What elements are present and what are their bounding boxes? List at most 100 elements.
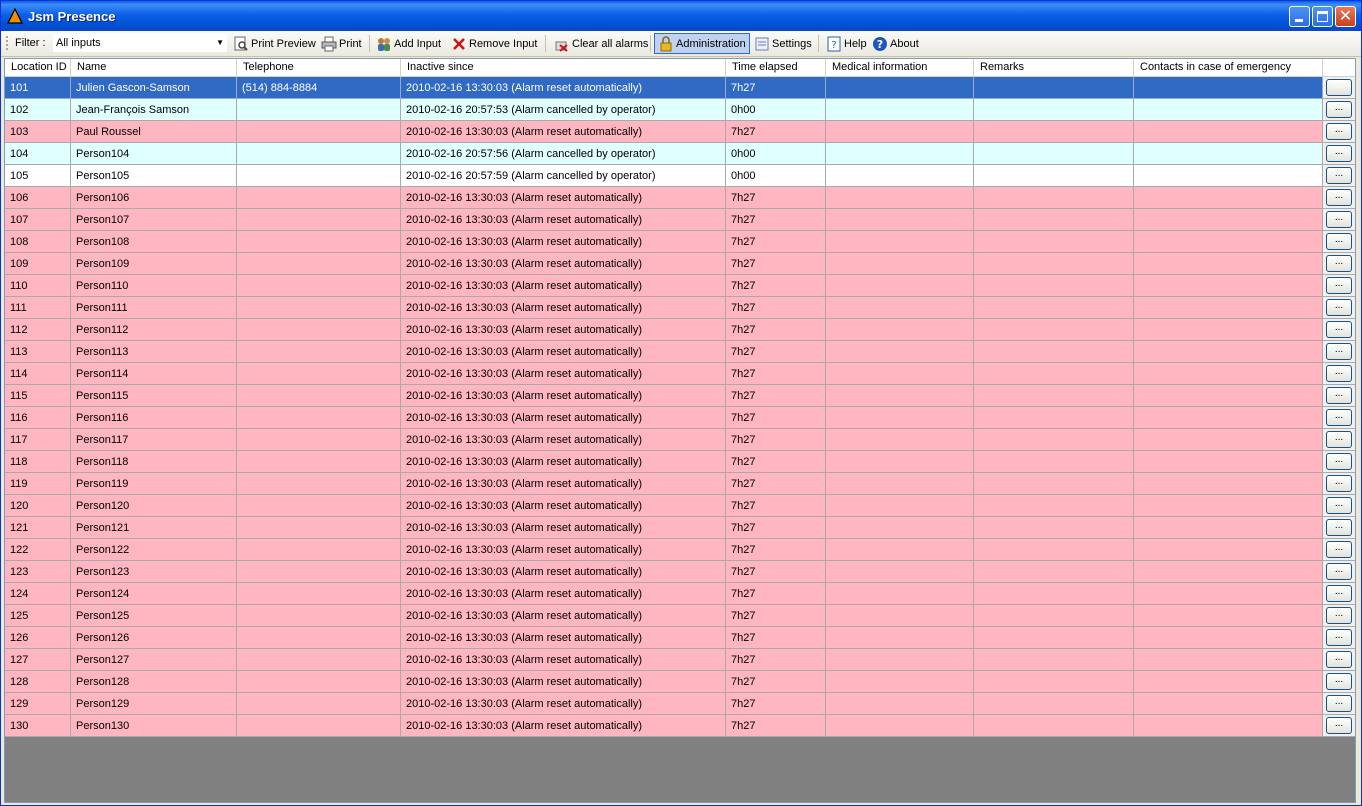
cell-telephone[interactable] — [237, 473, 401, 495]
cell-inactive-since[interactable]: 2010-02-16 13:30:03 (Alarm reset automat… — [401, 231, 726, 253]
cell-medical-information[interactable] — [826, 583, 974, 605]
cell-inactive-since[interactable]: 2010-02-16 13:30:03 (Alarm reset automat… — [401, 363, 726, 385]
cell-name[interactable]: Person120 — [71, 495, 237, 517]
row-details-button[interactable]: ... — [1326, 453, 1352, 470]
cell-inactive-since[interactable]: 2010-02-16 13:30:03 (Alarm reset automat… — [401, 583, 726, 605]
cell-telephone[interactable] — [237, 583, 401, 605]
cell-contacts-emergency[interactable] — [1134, 517, 1323, 539]
cell-contacts-emergency[interactable] — [1134, 341, 1323, 363]
cell-telephone[interactable] — [237, 187, 401, 209]
cell-medical-information[interactable] — [826, 341, 974, 363]
cell-name[interactable]: Person127 — [71, 649, 237, 671]
cell-name[interactable]: Person124 — [71, 583, 237, 605]
cell-contacts-emergency[interactable] — [1134, 231, 1323, 253]
cell-contacts-emergency[interactable] — [1134, 187, 1323, 209]
cell-telephone[interactable] — [237, 363, 401, 385]
cell-name[interactable]: Person129 — [71, 693, 237, 715]
cell-inactive-since[interactable]: 2010-02-16 13:30:03 (Alarm reset automat… — [401, 693, 726, 715]
cell-contacts-emergency[interactable] — [1134, 605, 1323, 627]
cell-remarks[interactable] — [974, 297, 1134, 319]
cell-medical-information[interactable] — [826, 231, 974, 253]
cell-name[interactable]: Person112 — [71, 319, 237, 341]
add-input-button[interactable]: Add Input — [373, 33, 444, 54]
cell-name[interactable]: Person118 — [71, 451, 237, 473]
cell-name[interactable]: Person119 — [71, 473, 237, 495]
cell-time-elapsed[interactable]: 7h27 — [726, 385, 826, 407]
column-header-telephone[interactable]: Telephone — [237, 59, 401, 76]
cell-name[interactable]: Person126 — [71, 627, 237, 649]
cell-time-elapsed[interactable]: 7h27 — [726, 473, 826, 495]
table-row[interactable]: 128 Person128 2010-02-16 13:30:03 (Alarm r… — [5, 671, 1355, 693]
table-row[interactable]: 117 Person117 2010-02-16 13:30:03 (Alarm r… — [5, 429, 1355, 451]
cell-location-id[interactable]: 118 — [5, 451, 71, 473]
cell-telephone[interactable] — [237, 319, 401, 341]
cell-telephone[interactable] — [237, 253, 401, 275]
cell-name[interactable]: Person104 — [71, 143, 237, 165]
cell-inactive-since[interactable]: 2010-02-16 13:30:03 (Alarm reset automat… — [401, 671, 726, 693]
cell-time-elapsed[interactable]: 7h27 — [726, 209, 826, 231]
row-details-button[interactable]: ... — [1326, 233, 1352, 250]
cell-name[interactable]: Person113 — [71, 341, 237, 363]
administration-button[interactable]: Administration — [654, 33, 750, 54]
title-bar[interactable]: Jsm Presence ✕ — [1, 1, 1361, 31]
cell-time-elapsed[interactable]: 7h27 — [726, 649, 826, 671]
cell-remarks[interactable] — [974, 231, 1134, 253]
cell-name[interactable]: Person115 — [71, 385, 237, 407]
cell-telephone[interactable] — [237, 231, 401, 253]
cell-contacts-emergency[interactable] — [1134, 583, 1323, 605]
row-details-button[interactable]: ... — [1326, 629, 1352, 646]
cell-telephone[interactable] — [237, 407, 401, 429]
cell-medical-information[interactable] — [826, 539, 974, 561]
row-details-button[interactable]: ... — [1326, 387, 1352, 404]
cell-medical-information[interactable] — [826, 77, 974, 99]
clear-all-alarms-button[interactable]: Clear all alarms — [551, 33, 651, 54]
cell-time-elapsed[interactable]: 7h27 — [726, 187, 826, 209]
filter-dropdown[interactable]: All inputs ▼ — [53, 34, 227, 52]
row-details-button[interactable]: ... — [1326, 167, 1352, 184]
cell-name[interactable]: Person111 — [71, 297, 237, 319]
table-row[interactable]: 121 Person121 2010-02-16 13:30:03 (Alarm r… — [5, 517, 1355, 539]
cell-inactive-since[interactable]: 2010-02-16 20:57:59 (Alarm cancelled by … — [401, 165, 726, 187]
cell-medical-information[interactable] — [826, 693, 974, 715]
row-details-button[interactable]: ... — [1326, 717, 1352, 734]
help-button[interactable]: ? Help — [823, 33, 870, 54]
table-row[interactable]: 130 Person130 2010-02-16 13:30:03 (Alarm r… — [5, 715, 1355, 737]
row-details-button[interactable]: ... — [1326, 277, 1352, 294]
table-row[interactable]: 127 Person127 2010-02-16 13:30:03 (Alarm r… — [5, 649, 1355, 671]
table-row[interactable]: 116 Person116 2010-02-16 13:30:03 (Alarm r… — [5, 407, 1355, 429]
cell-medical-information[interactable] — [826, 473, 974, 495]
cell-medical-information[interactable] — [826, 143, 974, 165]
cell-telephone[interactable] — [237, 451, 401, 473]
cell-contacts-emergency[interactable] — [1134, 143, 1323, 165]
cell-inactive-since[interactable]: 2010-02-16 13:30:03 (Alarm reset automat… — [401, 517, 726, 539]
cell-remarks[interactable] — [974, 495, 1134, 517]
cell-remarks[interactable] — [974, 363, 1134, 385]
table-row[interactable]: 104 Person104 2010-02-16 20:57:56 (Alarm c… — [5, 143, 1355, 165]
cell-inactive-since[interactable]: 2010-02-16 20:57:56 (Alarm cancelled by … — [401, 143, 726, 165]
cell-telephone[interactable] — [237, 627, 401, 649]
cell-telephone[interactable] — [237, 275, 401, 297]
cell-remarks[interactable] — [974, 517, 1134, 539]
maximize-button[interactable] — [1312, 6, 1333, 27]
cell-contacts-emergency[interactable] — [1134, 715, 1323, 737]
cell-name[interactable]: Person125 — [71, 605, 237, 627]
cell-time-elapsed[interactable]: 7h27 — [726, 297, 826, 319]
cell-contacts-emergency[interactable] — [1134, 297, 1323, 319]
table-row[interactable]: 120 Person120 2010-02-16 13:30:03 (Alarm r… — [5, 495, 1355, 517]
cell-inactive-since[interactable]: 2010-02-16 13:30:03 (Alarm reset automat… — [401, 319, 726, 341]
toolbar-grip[interactable] — [6, 36, 8, 51]
cell-inactive-since[interactable]: 2010-02-16 13:30:03 (Alarm reset automat… — [401, 253, 726, 275]
cell-remarks[interactable] — [974, 407, 1134, 429]
cell-time-elapsed[interactable]: 7h27 — [726, 429, 826, 451]
table-row[interactable]: 123 Person123 2010-02-16 13:30:03 (Alarm r… — [5, 561, 1355, 583]
close-button[interactable]: ✕ — [1335, 6, 1356, 27]
row-details-button[interactable]: ... — [1326, 409, 1352, 426]
cell-remarks[interactable] — [974, 627, 1134, 649]
cell-contacts-emergency[interactable] — [1134, 429, 1323, 451]
column-header-time-elapsed[interactable]: Time elapsed — [726, 59, 826, 76]
cell-location-id[interactable]: 108 — [5, 231, 71, 253]
cell-contacts-emergency[interactable] — [1134, 275, 1323, 297]
cell-telephone[interactable] — [237, 121, 401, 143]
table-row[interactable]: 122 Person122 2010-02-16 13:30:03 (Alarm r… — [5, 539, 1355, 561]
cell-name[interactable]: Person116 — [71, 407, 237, 429]
